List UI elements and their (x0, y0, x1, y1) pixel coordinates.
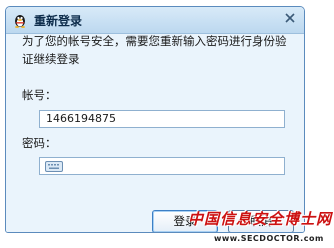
site-watermark: 中国信息安全博士网 (188, 210, 333, 228)
relogin-dialog: 重新登录 为了您的帐号安全，需要您重新输入密码进行身份验证继续登录 帐号： 14… (5, 6, 305, 233)
site-watermark-url: www.SECDOCTOR.com (214, 234, 324, 243)
dialog-title: 重新登录 (34, 14, 83, 28)
screenshot-canvas: 重新登录 为了您的帐号安全，需要您重新输入密码进行身份验证继续登录 帐号： 14… (0, 0, 334, 248)
dialog-titlebar: 重新登录 (6, 7, 304, 34)
qq-penguin-icon (15, 15, 25, 28)
close-icon[interactable] (284, 12, 296, 24)
password-label: 密码： (22, 136, 57, 150)
security-message: 为了您的帐号安全，需要您重新输入密码进行身份验证继续登录 (22, 34, 287, 66)
account-field[interactable]: 1466194875 (39, 110, 285, 128)
keyboard-icon[interactable] (45, 161, 63, 172)
password-field[interactable] (39, 157, 285, 175)
account-label: 帐号： (22, 88, 57, 102)
